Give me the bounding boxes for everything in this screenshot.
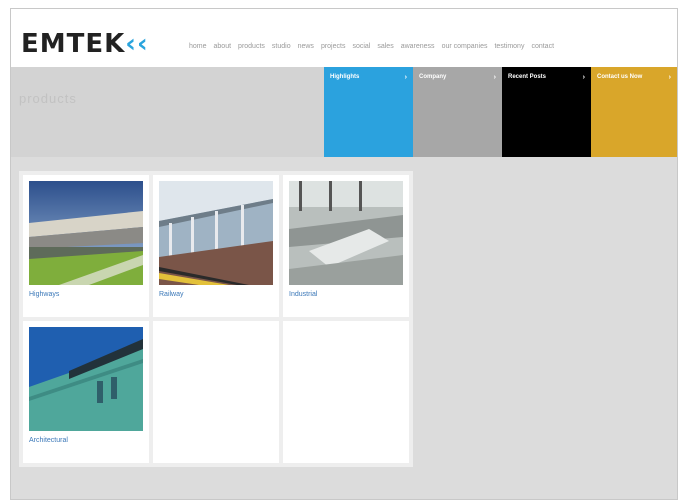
arrow-right-icon: › [668,74,671,81]
product-caption[interactable]: Architectural [29,437,68,444]
facade-image[interactable] [29,327,143,431]
tile-contact-us[interactable]: Contact us Now › [591,67,677,157]
station-image[interactable] [159,181,273,285]
main-nav: home about products studio news projects… [189,43,554,50]
logo-chevron-mark: ‹‹ [125,29,149,59]
tile-label: Recent Posts [508,74,547,80]
arrow-right-icon: › [582,74,585,81]
tile-label: Company [419,74,447,80]
nav-item-products[interactable]: products [238,43,265,50]
tile-highlights[interactable]: Highlights › [324,67,413,157]
nav-item-awareness[interactable]: awareness [401,43,435,50]
arrow-right-icon: › [404,74,407,81]
empty-card [283,321,409,463]
logo-text: EMTEK [21,29,126,59]
product-card-highways[interactable]: Highways [23,175,149,317]
nav-item-sales[interactable]: sales [377,43,393,50]
site-frame: EMTEK‹‹ home about products studio news … [10,8,678,500]
nav-item-studio[interactable]: studio [272,43,291,50]
nav-item-home[interactable]: home [189,43,207,50]
nav-item-testimony[interactable]: testimony [494,43,524,50]
emtek-logo[interactable]: EMTEK‹‹ [21,29,149,59]
tile-label: Highlights [330,74,360,80]
product-caption[interactable]: Highways [29,291,59,298]
empty-card [153,321,279,463]
arrow-right-icon: › [493,74,496,81]
stadium-image[interactable] [29,181,143,285]
product-card-railway[interactable]: Railway [153,175,279,317]
product-grid: Highways Railway Industrial Architectura… [19,171,413,467]
nav-item-our-companies[interactable]: our companies [442,43,488,50]
interior-image[interactable] [289,181,403,285]
page-title: products [19,91,77,106]
tile-recent-posts[interactable]: Recent Posts › [502,67,591,157]
nav-item-about[interactable]: about [214,43,232,50]
product-card-industrial[interactable]: Industrial [283,175,409,317]
nav-item-projects[interactable]: projects [321,43,346,50]
header: EMTEK‹‹ home about products studio news … [11,9,677,67]
tile-label: Contact us Now [597,74,643,80]
product-card-architectural[interactable]: Architectural [23,321,149,463]
nav-item-contact[interactable]: contact [531,43,554,50]
nav-item-social[interactable]: social [352,43,370,50]
product-caption[interactable]: Industrial [289,291,317,298]
product-caption[interactable]: Railway [159,291,184,298]
tile-company[interactable]: Company › [413,67,502,157]
nav-item-news[interactable]: news [298,43,314,50]
